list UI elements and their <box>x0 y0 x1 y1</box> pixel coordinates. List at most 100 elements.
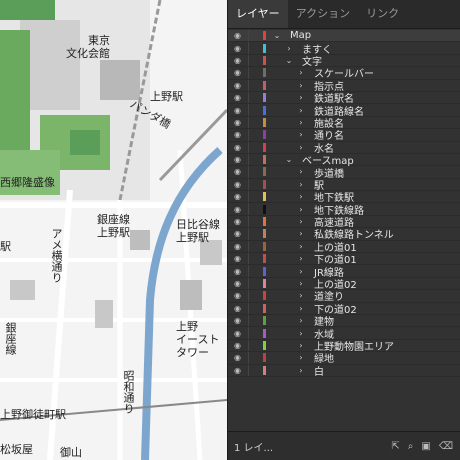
layer-row[interactable]: ◉ › 鉄道路線名 <box>228 104 460 118</box>
visibility-eye-icon[interactable]: ◉ <box>234 217 248 226</box>
lock-slot[interactable] <box>248 178 261 191</box>
visibility-eye-icon[interactable]: ◉ <box>234 192 248 201</box>
chevron-right-icon[interactable]: › <box>296 118 306 127</box>
lock-slot[interactable] <box>248 91 261 104</box>
visibility-eye-icon[interactable]: ◉ <box>234 316 248 325</box>
layer-row[interactable]: ◉ › 緑地 <box>228 352 460 365</box>
lock-slot[interactable] <box>248 42 261 54</box>
visibility-eye-icon[interactable]: ◉ <box>234 329 248 338</box>
lock-slot[interactable] <box>248 54 261 67</box>
chevron-right-icon[interactable]: › <box>296 180 306 189</box>
chevron-right-icon[interactable]: › <box>296 242 306 251</box>
visibility-eye-icon[interactable]: ◉ <box>234 106 248 115</box>
visibility-eye-icon[interactable]: ◉ <box>234 279 248 288</box>
lock-slot[interactable] <box>248 302 261 314</box>
lock-slot[interactable] <box>248 129 261 141</box>
lock-slot[interactable] <box>248 339 261 352</box>
lock-slot[interactable] <box>248 314 261 327</box>
visibility-eye-icon[interactable]: ◉ <box>234 205 248 214</box>
layer-row[interactable]: ◉ ⌄ ベースmap <box>228 153 460 167</box>
chevron-right-icon[interactable]: › <box>296 267 306 276</box>
chevron-right-icon[interactable]: › <box>296 329 306 338</box>
visibility-eye-icon[interactable]: ◉ <box>234 304 248 313</box>
delete-icon[interactable]: ⌫ <box>439 441 453 452</box>
lock-slot[interactable] <box>248 141 261 153</box>
chevron-right-icon[interactable]: › <box>296 81 306 90</box>
chevron-right-icon[interactable]: › <box>296 143 306 152</box>
visibility-eye-icon[interactable]: ◉ <box>234 167 248 176</box>
visibility-eye-icon[interactable]: ◉ <box>234 93 248 102</box>
visibility-eye-icon[interactable]: ◉ <box>234 366 248 375</box>
layer-row[interactable]: ◉ › 施設名 <box>228 116 460 130</box>
layer-row[interactable]: ◉ › ますく <box>228 42 460 56</box>
layer-row[interactable]: ◉ › 建物 <box>228 314 460 328</box>
chevron-right-icon[interactable]: › <box>296 341 306 350</box>
chevron-right-icon[interactable]: › <box>296 167 306 176</box>
visibility-eye-icon[interactable]: ◉ <box>234 229 248 238</box>
lock-slot[interactable] <box>248 116 261 129</box>
visibility-eye-icon[interactable]: ◉ <box>234 81 248 90</box>
chevron-right-icon[interactable]: › <box>296 254 306 263</box>
chevron-right-icon[interactable]: › <box>296 279 306 288</box>
visibility-eye-icon[interactable]: ◉ <box>234 180 248 189</box>
lock-slot[interactable] <box>248 166 261 178</box>
lock-slot[interactable] <box>248 191 261 203</box>
chevron-right-icon[interactable]: › <box>296 304 306 313</box>
layer-row[interactable]: ◉ › 下の道02 <box>228 302 460 316</box>
chevron-right-icon[interactable]: › <box>296 68 306 77</box>
lock-slot[interactable] <box>248 253 261 265</box>
lock-slot[interactable] <box>248 104 261 116</box>
chevron-right-icon[interactable]: › <box>296 291 306 300</box>
chevron-right-icon[interactable]: › <box>296 366 306 375</box>
visibility-eye-icon[interactable]: ◉ <box>234 56 248 65</box>
layer-row[interactable]: ◉ ⌄ Map <box>228 30 460 43</box>
visibility-eye-icon[interactable]: ◉ <box>234 155 248 164</box>
visibility-eye-icon[interactable]: ◉ <box>234 267 248 276</box>
visibility-eye-icon[interactable]: ◉ <box>234 143 248 152</box>
lock-slot[interactable] <box>248 327 261 339</box>
visibility-eye-icon[interactable]: ◉ <box>234 68 248 77</box>
lock-slot[interactable] <box>248 79 261 91</box>
lock-slot[interactable] <box>248 215 261 228</box>
layer-row[interactable]: ◉ › 下の道01 <box>228 253 460 266</box>
chevron-right-icon[interactable]: › <box>296 205 306 214</box>
lock-slot[interactable] <box>248 277 261 290</box>
chevron-right-icon[interactable]: › <box>296 229 306 238</box>
layer-row[interactable]: ◉ › 上野動物園エリア <box>228 339 460 353</box>
lock-slot[interactable] <box>248 153 261 166</box>
chevron-down-icon[interactable]: ⌄ <box>272 31 282 40</box>
visibility-eye-icon[interactable]: ◉ <box>234 254 248 263</box>
chevron-right-icon[interactable]: › <box>296 353 306 362</box>
layer-row[interactable]: ◉ › 上の道02 <box>228 277 460 291</box>
tab-layers[interactable]: レイヤー <box>228 0 288 28</box>
layer-row[interactable]: ◉ › 通り名 <box>228 129 460 142</box>
lock-slot[interactable] <box>248 265 261 277</box>
visibility-eye-icon[interactable]: ◉ <box>234 242 248 251</box>
tab-links[interactable]: リンク <box>358 0 407 28</box>
visibility-eye-icon[interactable]: ◉ <box>234 291 248 300</box>
chevron-right-icon[interactable]: › <box>296 217 306 226</box>
lock-slot[interactable] <box>248 30 261 42</box>
lock-slot[interactable] <box>248 290 261 302</box>
visibility-eye-icon[interactable]: ◉ <box>234 44 248 53</box>
chevron-right-icon[interactable]: › <box>296 106 306 115</box>
chevron-right-icon[interactable]: › <box>296 192 306 201</box>
lock-slot[interactable] <box>248 364 261 376</box>
lock-slot[interactable] <box>248 352 261 364</box>
lock-slot[interactable] <box>248 67 261 79</box>
visibility-eye-icon[interactable]: ◉ <box>234 31 248 40</box>
visibility-eye-icon[interactable]: ◉ <box>234 353 248 362</box>
chevron-down-icon[interactable]: ⌄ <box>284 155 294 164</box>
lock-slot[interactable] <box>248 240 261 253</box>
map-canvas[interactable]: 東京 文化会館 上野駅 パンダ橋 西郷隆盛像 銀座線 上野駅 日比谷線 上野駅 … <box>0 0 227 460</box>
chevron-right-icon[interactable]: › <box>296 316 306 325</box>
new-layer-icon[interactable]: ▣ <box>421 441 430 452</box>
export-icon[interactable]: ⇱ <box>391 441 399 452</box>
visibility-eye-icon[interactable]: ◉ <box>234 118 248 127</box>
lock-slot[interactable] <box>248 203 261 215</box>
chevron-right-icon[interactable]: › <box>296 130 306 139</box>
lock-slot[interactable] <box>248 228 261 240</box>
chevron-right-icon[interactable]: › <box>284 44 294 53</box>
tab-actions[interactable]: アクション <box>288 0 358 28</box>
chevron-down-icon[interactable]: ⌄ <box>284 56 294 65</box>
